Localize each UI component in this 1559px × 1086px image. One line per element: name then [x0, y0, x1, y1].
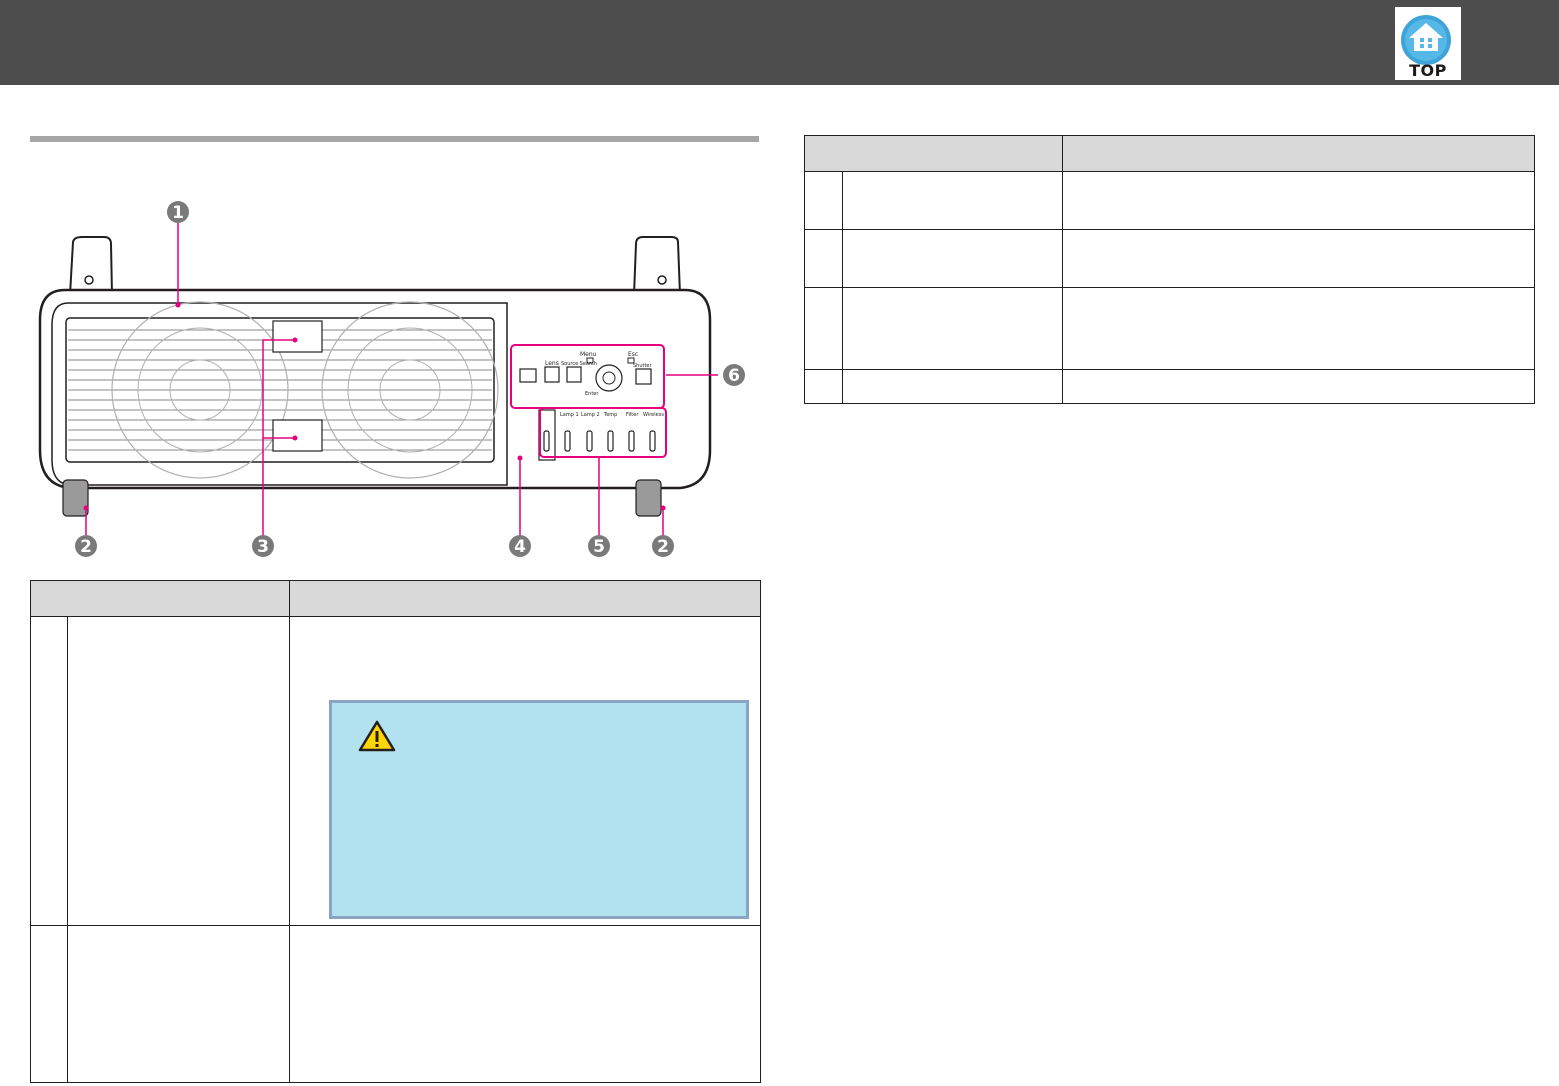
row-function-cell [1062, 171, 1535, 230]
row-name-cell [842, 229, 1063, 288]
callout-6: 6 [728, 366, 740, 386]
row-name-cell [67, 616, 290, 926]
row-name-cell [67, 925, 290, 1083]
row-function-cell [1062, 229, 1535, 288]
row-number-cell [804, 287, 843, 370]
row-number-cell [30, 925, 68, 1083]
row-number-cell [804, 369, 843, 404]
header-function-cell [289, 580, 761, 617]
caution-box [329, 700, 749, 919]
enter-label: Enter [585, 391, 599, 397]
shutter-label: Shutter [633, 363, 653, 369]
callout-4: 4 [514, 537, 526, 557]
indicator-label: Wireless [643, 412, 664, 418]
header-name-cell [804, 135, 1063, 172]
menu-label: Menu [580, 351, 597, 358]
table-header-row [30, 580, 761, 617]
indicator-label: Filter [626, 412, 639, 418]
callout-3: 3 [257, 537, 269, 557]
indicator-label: Temp [603, 412, 617, 418]
row-number-cell [804, 171, 843, 230]
callout-1: 1 [172, 203, 184, 223]
row-name-cell [842, 369, 1063, 404]
table-row [30, 925, 761, 1083]
row-function-cell [289, 925, 761, 1083]
row-function-cell [1062, 287, 1535, 370]
callout-2b: 2 [657, 537, 669, 557]
table-row [804, 287, 1535, 370]
row-number-cell [30, 616, 68, 926]
esc-label: Esc [628, 351, 638, 358]
page-header [0, 0, 1559, 85]
callout-5: 5 [593, 537, 605, 557]
projector-front-view: Menu Esc Lens Source Search Shutter Ente… [30, 190, 770, 565]
table-header-row [804, 135, 1535, 172]
row-number-cell [804, 229, 843, 288]
source-search-label: Source Search [561, 361, 597, 367]
header-function-cell [1062, 135, 1535, 172]
row-name-cell [842, 287, 1063, 370]
lens-label: Lens [545, 360, 559, 367]
table-row [804, 171, 1535, 230]
section-rule [30, 136, 759, 142]
header-name-cell [30, 580, 290, 617]
indicator-label: Lamp 2 [581, 412, 600, 418]
row-name-cell [842, 171, 1063, 230]
top-label: TOP [1409, 61, 1447, 80]
parts-table-right [804, 135, 1535, 404]
indicator-label: Lamp 1 [560, 412, 579, 418]
table-row [804, 229, 1535, 288]
warning-icon [358, 720, 396, 752]
callout-2: 2 [80, 537, 92, 557]
table-row [804, 369, 1535, 404]
top-button[interactable]: TOP [1395, 7, 1461, 80]
row-function-cell [1062, 369, 1535, 404]
